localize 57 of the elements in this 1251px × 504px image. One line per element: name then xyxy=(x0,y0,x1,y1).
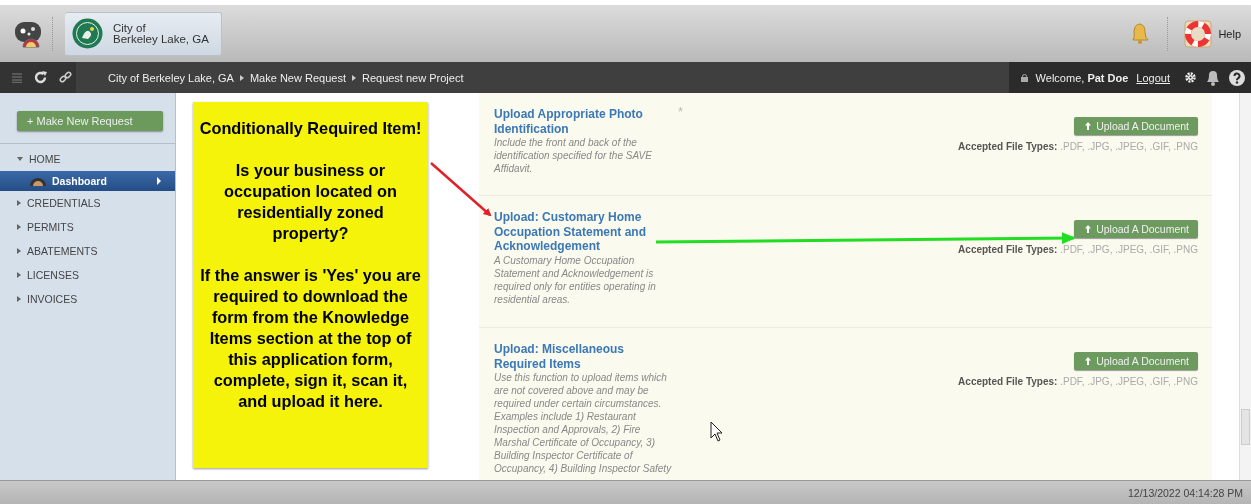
upload-arrow-icon xyxy=(1085,225,1092,233)
upload-title: Upload Appropriate Photo Identification xyxy=(494,107,644,136)
upload-arrow-icon xyxy=(1085,357,1092,365)
breadcrumb-separator-icon xyxy=(239,74,244,81)
sidebar-item[interactable]: HOME xyxy=(0,147,175,171)
link-icon[interactable] xyxy=(59,71,72,84)
note-text: Conditionally Required Item! xyxy=(198,118,423,139)
upload-description: Use this function to upload items which are not covered above and may be required under certain circumstances. Examples include 1) Restaurant Inspection and Approvals, 2) Fire Marshal Certificate of Occupancy, 3) Building Inspector Certificate of Occupancy, 4) Building Inspector Safety xyxy=(494,371,673,475)
city-seal-icon xyxy=(72,18,103,49)
accepted-types-value: .PDF, .JPG, .JPEG, .GIF, .PNG xyxy=(1060,244,1198,255)
accepted-types-value: .PDF, .JPG, .JPEG, .GIF, .PNG xyxy=(1060,376,1198,387)
annotation-arrow xyxy=(430,162,492,217)
collapsed-caret-icon[interactable] xyxy=(17,200,21,206)
sidebar-item[interactable]: CREDENTIALS xyxy=(0,191,175,215)
upload-title: Upload: Miscellaneous Required Items xyxy=(494,342,626,371)
accepted-types-label: Accepted File Types: xyxy=(958,141,1058,152)
collapsed-caret-icon[interactable] xyxy=(17,272,21,278)
breadcrumb-separator-icon xyxy=(351,74,356,81)
sidebar-item[interactable]: ABATEMENTS xyxy=(0,239,175,263)
settings-icon[interactable] xyxy=(1184,71,1197,84)
sidebar-item[interactable]: INVOICES xyxy=(0,287,175,311)
required-mark: * xyxy=(678,104,685,121)
arrow-icon xyxy=(157,177,161,185)
sidebar-item[interactable]: Dashboard xyxy=(0,171,175,191)
cursor-icon xyxy=(710,421,723,442)
menu-icon[interactable] xyxy=(12,72,22,83)
accepted-types-label: Accepted File Types: xyxy=(958,376,1058,387)
upload-description: Include the front and back of the identification specified for the SAVE Affidavit. xyxy=(494,136,653,175)
accepted-types-value: .PDF, .JPG, .JPEG, .GIF, .PNG xyxy=(1060,141,1198,152)
logout-link[interactable]: Logout xyxy=(1136,71,1170,84)
note-text: If the answer is 'Yes' you are required to download the form from the Knowledge Items section at the top of this application form, complete, sign it, scan it, and upload it here. xyxy=(199,265,422,412)
collapsed-caret-icon[interactable] xyxy=(17,248,21,254)
lock-icon xyxy=(1020,73,1028,82)
refresh-icon[interactable] xyxy=(34,71,47,84)
help-label[interactable]: Help xyxy=(1218,27,1241,40)
timestamp: 12/13/2022 04:14:28 PM xyxy=(1128,486,1243,499)
upload-description: A Customary Home Occupation Statement and Acknowledgement is required only for entities operating in residential areas. xyxy=(494,253,657,306)
note-text: Is your business or occupation located on residentially zoned property? xyxy=(223,160,398,244)
breadcrumb-link[interactable]: City of Berkeley Lake, GA xyxy=(108,71,234,84)
upload-arrow-icon xyxy=(1085,122,1092,130)
help-icon[interactable] xyxy=(1229,69,1245,86)
gauge-icon xyxy=(30,176,46,186)
sidebar-item[interactable]: LICENSES xyxy=(0,263,175,287)
upload-title: Upload: Customary Home Occupation Statement and Acknowledgement xyxy=(494,210,648,254)
collapsed-caret-icon[interactable] xyxy=(17,296,21,302)
accepted-types-label: Accepted File Types: xyxy=(958,244,1058,255)
breadcrumb-link[interactable]: Make New Request xyxy=(249,71,346,84)
expanded-caret-icon[interactable] xyxy=(17,157,23,161)
lifebuoy-icon[interactable] xyxy=(1184,19,1213,48)
organization-name: City of Berkeley Lake, GA xyxy=(113,22,209,45)
breadcrumb-link[interactable]: Request new Project xyxy=(361,71,464,84)
notification-bell-icon[interactable] xyxy=(1205,69,1221,86)
scrollbar[interactable] xyxy=(1239,93,1251,480)
welcome-text: Welcome, Pat Doe xyxy=(1035,71,1129,84)
scrollbar-thumb[interactable] xyxy=(1241,409,1250,445)
collapsed-caret-icon[interactable] xyxy=(17,224,21,230)
sidebar-item[interactable]: PERMITS xyxy=(0,215,175,239)
